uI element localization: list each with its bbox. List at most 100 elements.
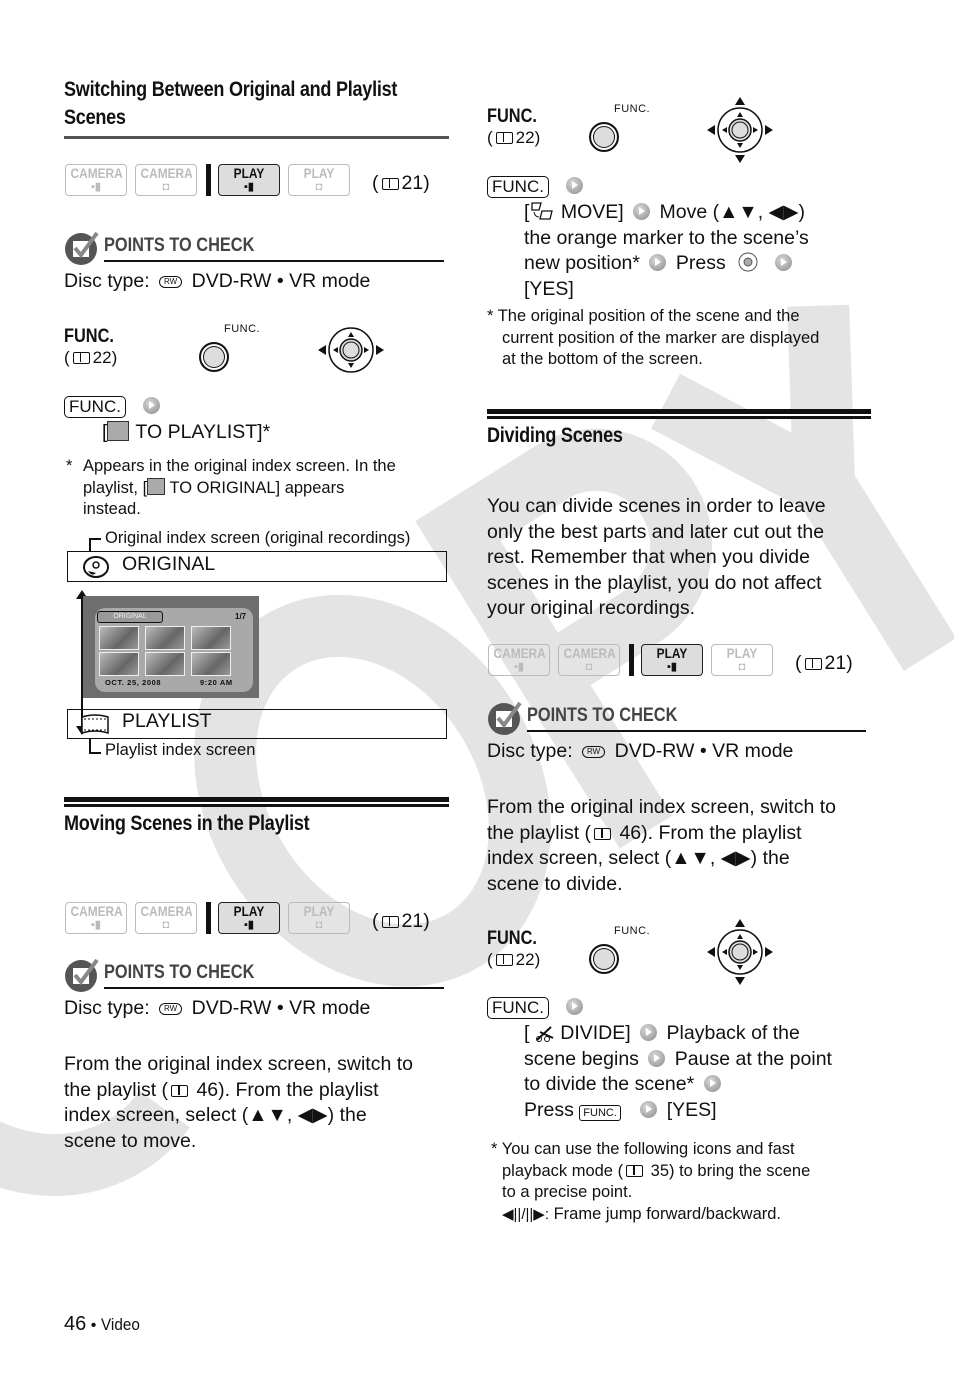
func-button-caption: FUNC. xyxy=(224,323,261,335)
func-step: FUNC. xyxy=(487,174,587,200)
book-icon xyxy=(72,352,90,364)
disc-type: Disc type: RW DVD-RW • VR mode xyxy=(64,997,371,1019)
dividing-intro: You can divide scenes in order to leave … xyxy=(487,495,826,619)
movie-camera-icon: ▪▮ xyxy=(667,661,677,673)
playlist-index-caption: Playlist index screen xyxy=(105,741,256,759)
book-icon xyxy=(381,178,399,190)
func-button-icon xyxy=(589,122,619,152)
page-number: 46 xyxy=(64,1313,87,1335)
disc-type: Disc type: RW DVD-RW • VR mode xyxy=(64,270,371,292)
movie-camera-icon: ▪▮ xyxy=(91,919,101,931)
divider xyxy=(104,987,444,989)
mode-camera-movie: CAMERA ▪▮ xyxy=(488,644,550,676)
points-to-check: POINTS TO CHECK xyxy=(64,957,449,993)
movie-camera-icon: ▪▮ xyxy=(244,181,254,193)
original-label: ORIGINAL xyxy=(122,553,216,575)
book-icon xyxy=(381,916,399,928)
checkbox-check-icon xyxy=(65,958,99,992)
func-step: FUNC. xyxy=(487,995,587,1021)
scene-thumbnail xyxy=(191,626,231,650)
scene-thumbnail xyxy=(145,626,185,650)
still-camera-icon: ◘ xyxy=(585,661,593,673)
mode-camera-movie: CAMERA ▪▮ xyxy=(65,902,127,934)
section-rule xyxy=(487,409,871,416)
mode-selector: CAMERA ▪▮ CAMERA ◘ PLAY ▪▮ PLAY ◘ (21) xyxy=(65,902,450,938)
still-camera-icon: ◘ xyxy=(738,661,746,673)
movie-camera-icon: ▪▮ xyxy=(91,181,101,193)
mode-play-movie: PLAY ▪▮ xyxy=(218,164,280,196)
move-scene-icon xyxy=(531,202,554,220)
joystick-press-icon xyxy=(738,252,758,272)
mode-divider xyxy=(629,644,634,676)
book-icon xyxy=(171,1084,189,1097)
func-key: FUNC. xyxy=(487,997,549,1019)
divide-footnote: * You can use the following icons and fa… xyxy=(491,1140,811,1223)
step-to-playlist: [TO PLAYLIST]* xyxy=(102,421,271,443)
to-original-icon xyxy=(147,477,166,495)
disc-type: Disc type: RW DVD-RW • VR mode xyxy=(487,740,794,762)
section-rule xyxy=(64,797,449,804)
mode-camera-movie: CAMERA ▪▮ xyxy=(65,164,127,196)
func-key: FUNC. xyxy=(579,1104,621,1121)
footer-bullet: • xyxy=(90,1317,97,1334)
still-camera-icon: ◘ xyxy=(162,181,170,193)
points-to-check: POINTS TO CHECK xyxy=(487,700,872,736)
func-button-caption: FUNC. xyxy=(614,925,651,937)
dvd-rw-disc-icon: RW xyxy=(159,1003,183,1015)
page-footer: 46 • Video xyxy=(64,1313,144,1336)
dividing-instructions: From the original index screen, switch t… xyxy=(487,796,836,895)
caption-connector xyxy=(89,739,91,753)
index-screen-image: ORIGINAL 1/7 OCT. 25, 2008 9:20 AM xyxy=(83,596,259,698)
dvd-rw-disc-icon: RW xyxy=(159,276,183,288)
film-strip-icon xyxy=(81,714,109,735)
mode-play-still: PLAY ◘ xyxy=(288,164,350,196)
original-index-caption: Original index screen (original recordin… xyxy=(105,529,411,547)
next-arrow-icon xyxy=(703,1075,721,1092)
playlist-label: PLAYLIST xyxy=(122,710,212,732)
divider xyxy=(527,730,866,732)
mode-camera-still: CAMERA ◘ xyxy=(135,164,197,196)
func-button-caption: FUNC. xyxy=(614,103,651,115)
next-arrow-icon xyxy=(774,254,792,271)
next-arrow-icon xyxy=(649,254,667,271)
movie-camera-icon: ▪▮ xyxy=(514,661,524,673)
divider xyxy=(104,260,444,262)
to-playlist-icon xyxy=(107,421,130,441)
mode-camera-still: CAMERA ◘ xyxy=(558,644,620,676)
move-steps: [ MOVE] Move (▲▼, ◀▶) the orange marker … xyxy=(524,201,809,300)
divide-steps: [ DIVIDE] Playback of the scene begins P… xyxy=(524,1022,832,1121)
playlist-row: PLAYLIST xyxy=(67,709,447,739)
joystick-icon xyxy=(318,327,384,373)
func-key: FUNC. xyxy=(64,396,126,418)
mode-play-still: PLAY ◘ xyxy=(711,644,773,676)
func-button-icon xyxy=(199,342,229,372)
next-arrow-icon xyxy=(640,1024,658,1041)
scene-thumbnail xyxy=(191,652,231,676)
footer-section: Video xyxy=(100,1315,140,1334)
mode-play-movie: PLAY ▪▮ xyxy=(218,902,280,934)
next-arrow-icon xyxy=(143,397,161,414)
mode-divider xyxy=(206,902,211,934)
title-line: Scenes xyxy=(64,106,126,129)
book-icon xyxy=(804,658,822,670)
screen-original-badge: ORIGINAL xyxy=(97,611,163,623)
points-to-check-label: POINTS TO CHECK xyxy=(104,962,255,983)
screen-time: 9:20 AM xyxy=(200,678,233,687)
still-camera-icon: ◘ xyxy=(315,919,323,931)
joystick-icon xyxy=(707,97,773,163)
func-step: FUNC. xyxy=(64,394,164,420)
points-to-check-label: POINTS TO CHECK xyxy=(104,235,255,256)
movie-camera-icon: ▪▮ xyxy=(244,919,254,931)
next-arrow-icon xyxy=(566,177,584,194)
mode-selector: CAMERA ▪▮ CAMERA ◘ PLAY ▪▮ PLAY ◘ (21) xyxy=(65,164,450,200)
disc-icon xyxy=(83,556,109,578)
moving-instructions: From the original index screen, switch t… xyxy=(64,1053,413,1152)
still-camera-icon: ◘ xyxy=(315,181,323,193)
section-title-dividing: Dividing Scenes xyxy=(487,424,623,447)
section-title-moving: Moving Scenes in the Playlist xyxy=(64,812,310,835)
func-reference: FUNC. (22) xyxy=(487,106,541,147)
book-icon xyxy=(594,827,612,840)
mode-selector: CAMERA ▪▮ CAMERA ◘ PLAY ▪▮ PLAY ◘ (21) xyxy=(488,644,873,680)
dvd-rw-disc-icon: RW xyxy=(582,746,606,758)
page-reference: (21) xyxy=(795,652,853,674)
